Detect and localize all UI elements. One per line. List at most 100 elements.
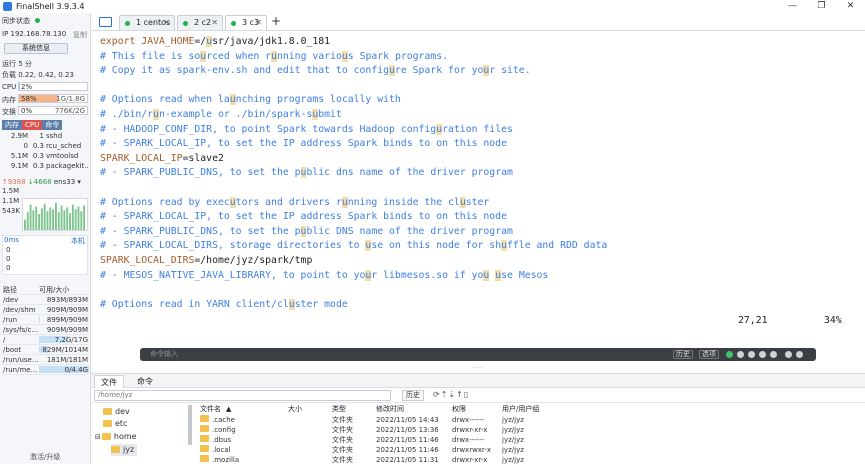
file-mtime: 2022/11/05 11:46 [376, 436, 439, 444]
activate-upgrade-link[interactable]: 激活/升级 [30, 452, 60, 462]
status-icon[interactable] [726, 351, 733, 358]
process-row[interactable]: 2.9M 1 sshd [2, 131, 88, 141]
col-type[interactable]: 类型 [332, 404, 346, 415]
tree-item-dev[interactable]: dev [103, 406, 130, 418]
process-row[interactable]: 0 0.3 rcu_sched [2, 141, 88, 151]
col-perm[interactable]: 权限 [452, 404, 466, 415]
editor-line[interactable]: # Options read by executors and drivers … [100, 196, 489, 210]
editor-line[interactable]: # Options read in YARN client/cluster mo… [100, 298, 348, 312]
disk-row[interactable]: /run/use... 181M/181M [2, 355, 88, 365]
settings-icon[interactable] [770, 351, 777, 358]
file-row[interactable]: .local 文件夹 2022/11/05 11:46 drwxrwxr-x j… [196, 445, 865, 455]
path-toolbar-icons[interactable]: ⟳⇡⇣↑▯ [433, 390, 469, 399]
terminal-editor[interactable]: export JAVA_HOME=/usr/java/jdk1.8.0_181 #… [91, 32, 865, 373]
disk-row[interactable]: /sys/fs/c... 909M/909M [2, 325, 88, 335]
swap-label: 交换 [2, 108, 16, 116]
disk-row[interactable]: /dev 893M/893M [2, 295, 88, 305]
command-input[interactable]: 命令输入 [150, 349, 178, 360]
disk-row[interactable]: /run 899M/909M [2, 315, 88, 325]
net-interface-select[interactable]: ens33 [54, 178, 75, 186]
editor-line[interactable]: # - SPARK_LOCAL_DIRS, storage directorie… [100, 239, 607, 253]
ping-host[interactable]: 本机 [71, 236, 85, 246]
file-name: .config [212, 426, 236, 434]
editor-line[interactable]: # - SPARK_LOCAL_IP, to set the IP addres… [100, 210, 507, 224]
sync-status[interactable]: 同步状态 [2, 16, 41, 26]
expand-icon[interactable]: ⊟ [95, 433, 101, 441]
history-button[interactable]: 历史 [673, 350, 693, 359]
maximize-button[interactable]: ❐ [807, 0, 836, 13]
tab-sort-command[interactable]: 命令 [42, 120, 63, 130]
process-row[interactable]: 9.1M 0.3 packagekit... [2, 161, 88, 171]
tab-files[interactable]: 文件 [94, 375, 124, 388]
file-owner: jyz/jyz [502, 446, 524, 454]
editor-line[interactable]: # - SPARK_LOCAL_IP, to set the IP addres… [100, 137, 507, 151]
editor-line[interactable]: # - HADOOP_CONF_DIR, to point Spark towa… [100, 123, 513, 137]
editor-line[interactable]: # Options read when launching programs l… [100, 93, 401, 107]
folder-icon [103, 408, 112, 415]
file-row[interactable]: .config 文件夹 2022/11/05 13:36 drwxr-xr-x … [196, 425, 865, 435]
tab-sort-memory[interactable]: 内存 [2, 120, 22, 130]
close-tab-icon[interactable]: ✕ [211, 16, 218, 30]
disk-row[interactable]: /boot 829M/1014M [2, 345, 88, 355]
tab-session-2[interactable]: 2 c2 ✕ [177, 15, 223, 30]
path-history-button[interactable]: 历史 [402, 390, 424, 401]
system-info-button[interactable]: 系统信息 [4, 43, 68, 54]
close-tab-icon[interactable]: ✕ [255, 16, 262, 30]
path-input[interactable]: /home/jyz [94, 390, 391, 401]
process-cmd: vmtoolsd [46, 152, 79, 160]
editor-line[interactable]: # ./bin/run-example or ./bin/spark-submi… [100, 108, 342, 122]
file-row[interactable]: .cache 文件夹 2022/11/05 14:43 drwx------ j… [196, 415, 865, 425]
disk-path: /run/me... [3, 366, 38, 374]
tree-item-etc[interactable]: etc [103, 418, 127, 430]
editor-line[interactable]: # - SPARK_PUBLIC_DNS, to set the public … [100, 225, 513, 239]
copy-ip-link[interactable]: 复制 [73, 30, 87, 40]
process-cpu: 1 [39, 132, 44, 140]
tab-session-3[interactable]: 3 c3 ✕ [225, 15, 267, 30]
sort-asc-icon[interactable]: ▲ [226, 404, 231, 415]
folder-icon[interactable] [99, 17, 112, 27]
tree-item-jyz[interactable]: jyz [111, 444, 138, 456]
editor-line[interactable]: SPARK_LOCAL_IP=slave2 [100, 152, 224, 166]
col-filename[interactable]: 文件名 [200, 404, 221, 415]
cpu-bar: 2% [18, 82, 88, 91]
disk-row[interactable]: /dev/shm 909M/909M [2, 305, 88, 315]
copy-icon[interactable] [737, 351, 744, 358]
close-button[interactable]: ✕ [836, 0, 865, 13]
mem-value: 58% [21, 95, 37, 103]
disk-row[interactable]: / 7.2G/17G [2, 335, 88, 345]
panel-splitter[interactable]: ⋯⋯ [91, 365, 865, 372]
uptime: 运行 5 分 [2, 60, 32, 68]
process-row[interactable]: 5.1M 0.3 vmtoolsd [2, 151, 88, 161]
editor-line[interactable]: export JAVA_HOME=/usr/java/jdk1.8.0_181 [100, 35, 330, 49]
tab-commands[interactable]: 命令 [131, 375, 159, 388]
editor-line[interactable]: # - MESOS_NATIVE_JAVA_LIBRARY, to point … [100, 269, 548, 283]
disk-path: /sys/fs/c... [3, 326, 39, 334]
editor-line[interactable]: # Copy it as spark-env.sh and edit that … [100, 64, 531, 78]
tree-scrollbar[interactable] [188, 405, 192, 445]
tab-sort-cpu[interactable]: CPU [22, 120, 43, 130]
col-owner[interactable]: 用户/用户组 [502, 404, 539, 415]
search-icon[interactable] [759, 351, 766, 358]
col-size[interactable]: 大小 [288, 404, 302, 415]
file-row[interactable]: .mozilla 文件夹 2022/11/05 11:31 drwxr-xr-x… [196, 455, 865, 464]
command-input-bar[interactable]: 命令输入 历史 选项 [140, 348, 816, 361]
close-tab-icon[interactable]: ✕ [163, 16, 170, 30]
editor-line[interactable]: # - SPARK_PUBLIC_DNS, to set the public … [100, 166, 513, 180]
editor-line[interactable]: # This file is sourced when running vari… [100, 50, 448, 64]
download-icon[interactable] [796, 351, 803, 358]
tab-session-1[interactable]: 1 centos ✕ [119, 15, 175, 30]
file-row[interactable]: .dbus 文件夹 2022/11/05 11:46 drwx------ jy… [196, 435, 865, 445]
gear-icon[interactable] [785, 351, 792, 358]
editor-line[interactable]: SPARK_LOCAL_DIRS=/home/jyz/spark/tmp [100, 254, 312, 268]
cpu-value: 2% [21, 83, 33, 91]
options-button[interactable]: 选项 [699, 350, 719, 359]
minimize-button[interactable]: — [778, 0, 807, 13]
chevron-down-icon[interactable]: ▾ [75, 178, 81, 186]
col-mtime[interactable]: 修改时间 [376, 404, 404, 415]
disk-row[interactable]: /run/me... 0/4.4G [2, 365, 89, 375]
disk-path: / [3, 336, 6, 344]
add-tab-icon[interactable]: + [271, 14, 281, 28]
disk-usage: 7.2G/17G [39, 335, 89, 344]
tree-item-home[interactable]: ⊟ home [95, 431, 137, 443]
paste-icon[interactable] [748, 351, 755, 358]
